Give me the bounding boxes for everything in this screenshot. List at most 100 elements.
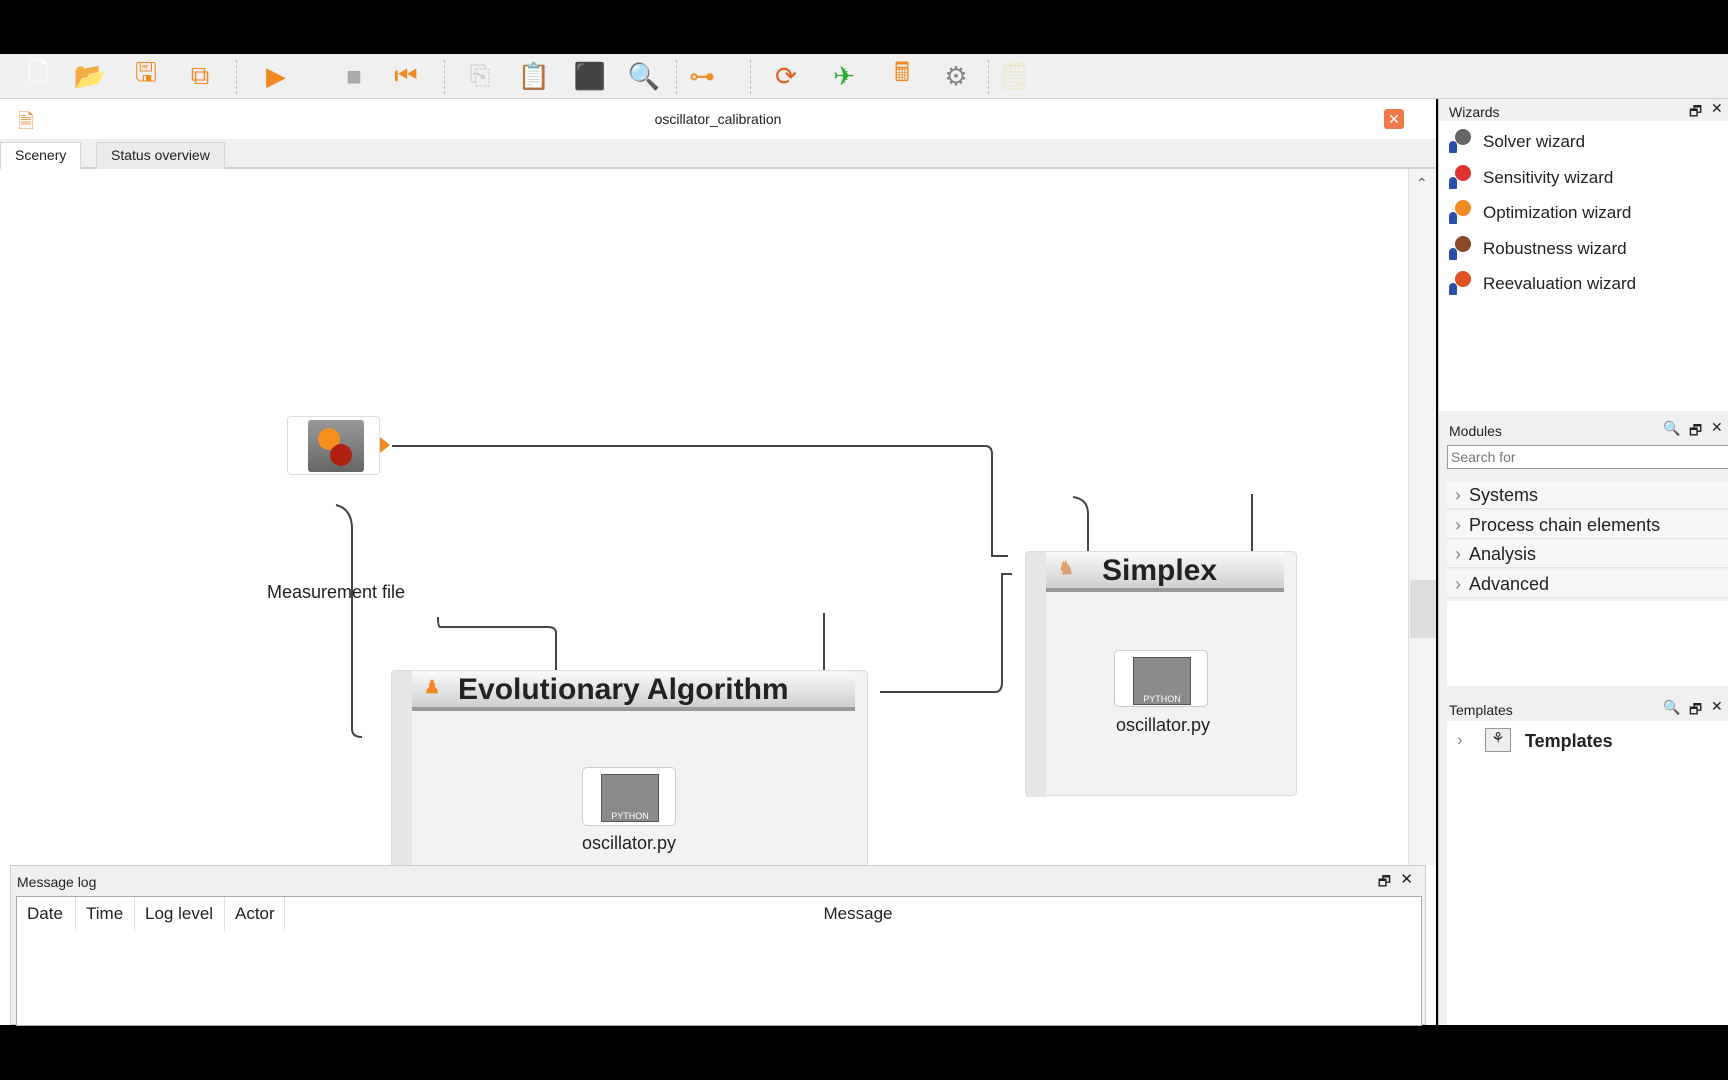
wizards-title: Wizards — [1449, 104, 1500, 120]
templates-title: Templates — [1449, 702, 1513, 718]
document-window: 🗎 oscillator_calibration ✕ Scenery Statu… — [0, 99, 1436, 1026]
wizard-label: Reevaluation wizard — [1483, 274, 1637, 293]
ea-algorithm-icon: ♟ — [424, 677, 441, 697]
output-port-icon[interactable] — [380, 437, 390, 453]
templates-tree: › ⚘ Templates — [1447, 721, 1728, 1025]
toolbar-separator — [236, 60, 237, 94]
note-icon[interactable]: 🗒 — [996, 58, 1032, 94]
solver-icon[interactable]: ⚙ — [938, 58, 974, 94]
calculator-icon[interactable]: 🖩 — [884, 57, 920, 94]
module-category-analysis[interactable]: › Analysis — [1447, 540, 1728, 568]
module-category-systems[interactable]: › Systems — [1447, 481, 1728, 509]
modules-search-input[interactable] — [1447, 445, 1728, 469]
open-folder-icon[interactable]: 📂 — [72, 58, 108, 94]
save-all-icon[interactable]: ⧉ — [182, 58, 218, 94]
connection-measurement-ea — [335, 504, 363, 738]
close-document-button[interactable]: ✕ — [1384, 109, 1404, 129]
wizard-icon — [1447, 271, 1473, 297]
aedt-icon[interactable]: ✈ — [826, 58, 862, 94]
close-panel-icon[interactable]: ✕ — [1400, 870, 1413, 888]
paste-icon[interactable]: 📋 — [516, 58, 552, 94]
simplex-algorithm-icon: ♞ — [1058, 558, 1075, 578]
canvas-vertical-scrollbar[interactable]: ⌃ — [1408, 169, 1436, 865]
refresh-icon[interactable]: ⟳ — [768, 58, 804, 94]
run-icon[interactable]: ▶ — [258, 58, 294, 94]
toolbar-separator — [988, 60, 989, 94]
wizard-item-robustness-wizard[interactable]: Robustness wizard — [1447, 234, 1627, 264]
float-panel-icon[interactable]: 🗗 — [1378, 871, 1391, 895]
wizard-label: Sensitivity wizard — [1483, 167, 1614, 187]
tab-scenery[interactable]: Scenery — [0, 142, 82, 171]
simplex-header: ♞ Simplex — [1046, 552, 1284, 592]
module-category-label: Advanced — [1469, 573, 1550, 594]
wizard-item-sensitivity-wizard[interactable]: Sensitivity wizard — [1447, 163, 1613, 193]
column-header-time[interactable]: Time — [76, 897, 135, 931]
search-icon[interactable]: 🔍 — [1663, 420, 1680, 437]
ea-to-simplex — [880, 573, 1012, 693]
document-title: oscillator_calibration — [654, 111, 782, 127]
module-category-label: Systems — [1469, 485, 1539, 505]
wizard-icon — [1447, 200, 1473, 226]
float-panel-icon[interactable]: 🗗 — [1689, 420, 1702, 444]
right-dock: Wizards 🗗 ✕ Solver wizard Sensitivity wiz… — [1438, 99, 1728, 1025]
message-log-table: Date Time Log level Actor Message — [16, 896, 1422, 1026]
search-icon[interactable]: 🔍 — [1663, 699, 1680, 716]
ea-header: ♟ Evolutionary Algorithm — [412, 671, 855, 711]
message-log-title: Message log — [17, 874, 97, 890]
measurement-file-icon — [308, 420, 364, 472]
measurement-file-label: Measurement file — [266, 582, 406, 602]
close-panel-icon[interactable]: ✕ — [1711, 698, 1723, 715]
wizard-item-optimization-wizard[interactable]: Optimization wizard — [1447, 198, 1631, 228]
column-header-log-level[interactable]: Log level — [135, 897, 225, 931]
template-folder-icon: ⚘ — [1485, 728, 1511, 752]
wizard-label: Solver wizard — [1483, 132, 1586, 151]
scenery-canvas[interactable]: Measurement file ♟ Evolutionary Algorith… — [0, 169, 1408, 915]
connect-icon[interactable]: ⊶ — [684, 58, 720, 94]
chevron-right-icon: › — [1455, 573, 1461, 594]
wizards-panel: Wizards 🗗 ✕ Solver wizard Sensitivity wiz… — [1439, 99, 1728, 411]
modules-title: Modules — [1449, 423, 1502, 439]
tab-status-overview[interactable]: Status overview — [96, 142, 225, 169]
module-category-process-chain-elements[interactable]: › Process chain elements — [1447, 510, 1728, 539]
simplex-python-node[interactable]: PYTHON — [1114, 650, 1208, 707]
column-header-actor[interactable]: Actor — [225, 897, 285, 931]
document-tabs: Scenery Status overview — [0, 140, 1436, 171]
scrollbar-thumb[interactable] — [1410, 580, 1436, 638]
message-log-panel: Message log 🗗 ✕ Date Time Log level Acto… — [10, 865, 1426, 1026]
copy-icon[interactable]: ⎘ — [462, 58, 498, 94]
tree-item-templates[interactable]: › ⚘ Templates — [1447, 725, 1728, 757]
chevron-right-icon: › — [1455, 485, 1461, 505]
close-panel-icon[interactable]: ✕ — [1711, 100, 1723, 117]
module-category-label: Process chain elements — [1469, 514, 1661, 535]
column-header-message[interactable]: Message — [285, 897, 1421, 931]
simplex-python-label: oscillator.py — [1115, 715, 1211, 735]
chevron-right-icon[interactable]: › — [1457, 730, 1463, 750]
reset-icon[interactable]: ⏮ — [388, 58, 424, 94]
zoom-icon[interactable]: 🔍 — [626, 58, 662, 94]
wizard-icon — [1447, 235, 1473, 262]
toolbar-separator — [676, 60, 677, 94]
close-panel-icon[interactable]: ✕ — [1711, 419, 1723, 436]
new-file-icon[interactable]: 🗋 — [20, 57, 56, 94]
chevron-right-icon: › — [1455, 544, 1461, 564]
wizard-item-reevaluation-wizard[interactable]: Reevaluation wizard — [1447, 269, 1636, 299]
wizard-label: Optimization wizard — [1483, 203, 1632, 222]
connection-measurement-simplex — [392, 445, 1008, 557]
float-panel-icon[interactable]: 🗗 — [1689, 101, 1702, 125]
ea-title: Evolutionary Algorithm — [458, 673, 789, 706]
module-category-label: Analysis — [1469, 544, 1537, 564]
fit-icon[interactable]: ⬛ — [572, 58, 608, 94]
chevron-right-icon: › — [1455, 514, 1461, 535]
ea-python-node[interactable]: PYTHON — [582, 767, 676, 826]
measurement-file-node[interactable] — [287, 416, 380, 475]
save-icon[interactable]: 🖫 — [128, 57, 164, 94]
templates-item-label: Templates — [1525, 731, 1613, 751]
module-category-advanced[interactable]: › Advanced — [1447, 569, 1728, 598]
templates-panel: Templates 🔍 🗗 ✕ › ⚘ Templates — [1439, 689, 1728, 1025]
float-panel-icon[interactable]: 🗗 — [1689, 699, 1702, 723]
column-header-date[interactable]: Date — [17, 897, 76, 931]
wizard-item-solver-wizard[interactable]: Solver wizard — [1447, 127, 1585, 157]
scroll-up-icon[interactable]: ⌃ — [1416, 175, 1428, 192]
stop-icon[interactable]: ■ — [336, 58, 372, 94]
wizard-icon — [1447, 164, 1473, 191]
